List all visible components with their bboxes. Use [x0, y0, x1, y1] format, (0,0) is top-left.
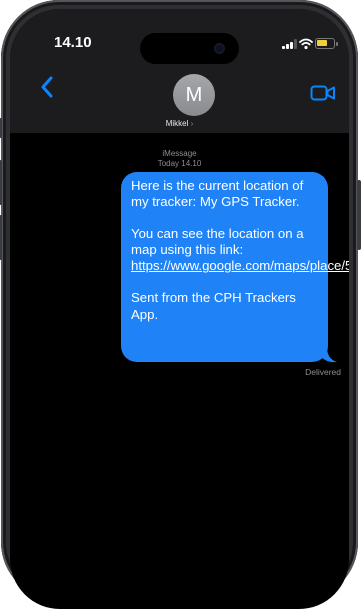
volume-down-button: [0, 215, 2, 260]
message-bubble[interactable]: Here is the current location of my track…: [121, 172, 349, 362]
ring-switch: [0, 118, 2, 138]
message-line: Here is the current location of my track…: [131, 178, 304, 210]
contact-name-label: Mikkel: [165, 119, 189, 128]
wifi-icon: [299, 38, 313, 50]
delivery-status: Delivered: [305, 367, 341, 377]
thread-meta: iMessage Today 14.10: [10, 149, 349, 169]
phone-frame: 14.10 M Mikkel › iMessage Today 14.10 He…: [0, 0, 361, 609]
front-camera: [214, 43, 225, 54]
video-camera-icon[interactable]: [310, 84, 336, 102]
volume-up-button: [0, 160, 2, 205]
message-line: You can see the location on a map using …: [131, 226, 349, 274]
contact-avatar[interactable]: M: [173, 74, 215, 116]
service-label: iMessage: [162, 149, 197, 158]
thread-timestamp: Today 14.10: [157, 159, 202, 168]
dynamic-island: [140, 33, 239, 64]
power-button: [357, 180, 361, 250]
status-time: 14.10: [54, 34, 92, 51]
cellular-signal-icon: [282, 39, 297, 49]
chevron-left-icon: [41, 76, 53, 98]
chevron-right-icon: ›: [190, 119, 194, 128]
message-line: Sent from the CPH Trackers App.: [131, 290, 296, 322]
back-button[interactable]: [40, 75, 54, 103]
conversation-header: 14.10 M Mikkel ›: [10, 9, 349, 133]
message-text: You can see the location on a map using …: [131, 226, 304, 258]
phone-screen: 14.10 M Mikkel › iMessage Today 14.10 He…: [10, 9, 349, 609]
battery-icon: [315, 38, 335, 49]
map-link[interactable]: https://www.google.com/maps/place/55.394…: [131, 258, 349, 273]
contact-name[interactable]: Mikkel ›: [10, 119, 349, 128]
avatar-initial: M: [185, 83, 203, 106]
bubble-tail: [321, 347, 337, 363]
battery-terminal: [336, 42, 338, 46]
